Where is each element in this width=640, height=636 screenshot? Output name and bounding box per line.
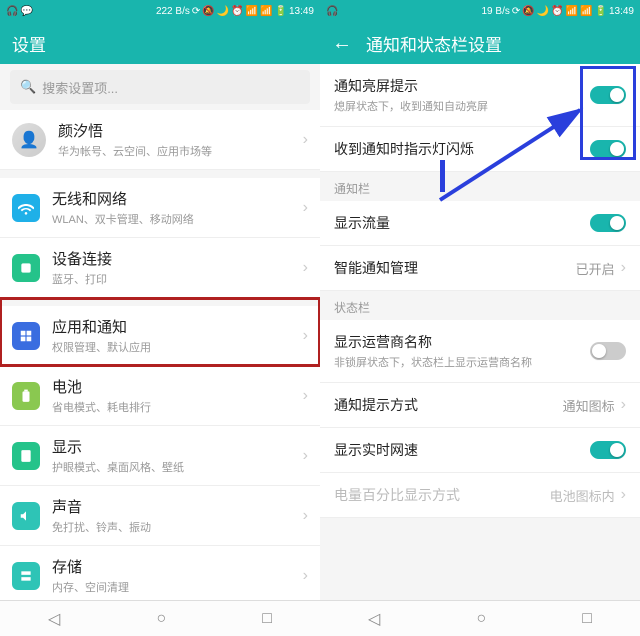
wifi-icon: 📶 (566, 6, 578, 17)
header-right: ← 通知和状态栏设置 (320, 22, 640, 64)
chevron-right-icon: › (303, 327, 308, 345)
row-battery-percent[interactable]: 电量百分比显示方式 电池图标内 › (320, 473, 640, 518)
signal-icon: 📶 (260, 6, 272, 17)
search-icon: 🔍 (20, 79, 36, 95)
alarm-icon: ⏰ (231, 6, 243, 17)
row-sound[interactable]: 声音免打扰、铃声、振动 › (0, 486, 320, 546)
header-left: 设置 (0, 22, 320, 64)
page-title: 通知和状态栏设置 (366, 31, 502, 56)
nav-back[interactable]: ◁ (48, 609, 60, 629)
annotation-box (580, 66, 636, 160)
alarm-icon: ⏰ (551, 6, 563, 17)
nav-home[interactable]: ○ (156, 610, 166, 628)
status-bar-left: 🎧 💬 222 B/s ⟳ 🔕 🌙 ⏰ 📶 📶 🔋 13:49 (0, 0, 320, 22)
row-device-connect[interactable]: 设备连接蓝牙、打印 › (0, 238, 320, 298)
row-display[interactable]: 显示护眼模式、桌面风格、壁纸 › (0, 426, 320, 486)
mute-icon: 🔕 (522, 6, 534, 17)
signal-icon: 📶 (580, 6, 592, 17)
battery-icon (12, 382, 40, 410)
wechat-icon: 💬 (20, 6, 32, 17)
storage-icon (12, 562, 40, 590)
profile-row[interactable]: 👤 颜汐悟 华为帐号、云空间、应用市场等 › (0, 110, 320, 170)
notification-settings-pane: 🎧 19 B/s ⟳ 🔕 🌙 ⏰ 📶 📶 🔋 13:49 ← 通知和状态栏设置 … (320, 0, 640, 636)
net-speed: 222 B/s (156, 6, 190, 17)
nav-home[interactable]: ○ (476, 610, 486, 628)
row-apps-notifications[interactable]: 应用和通知权限管理、默认应用 › (0, 298, 320, 366)
toggle-carrier[interactable] (590, 342, 626, 360)
row-show-traffic[interactable]: 显示流量 (320, 201, 640, 246)
section-status-bar: 状态栏 (320, 291, 640, 320)
wifi-icon (12, 194, 40, 222)
profile-sub: 华为帐号、云空间、应用市场等 (58, 143, 303, 159)
status-bar-right: 🎧 19 B/s ⟳ 🔕 🌙 ⏰ 📶 📶 🔋 13:49 (320, 0, 640, 22)
mute-icon: 🔕 (202, 6, 214, 17)
row-storage[interactable]: 存储内存、空间清理 › (0, 546, 320, 600)
sync-icon: ⟳ (192, 6, 200, 17)
toggle-traffic[interactable] (590, 214, 626, 232)
headphones-icon: 🎧 (6, 6, 18, 17)
status-right-icons: 222 B/s ⟳ 🔕 🌙 ⏰ 📶 📶 🔋 13:49 (156, 6, 314, 17)
sync-icon: ⟳ (512, 6, 520, 17)
annotation-mark (440, 160, 445, 192)
row-notify-method[interactable]: 通知提示方式 通知图标 › (320, 383, 640, 428)
dnd-icon: 🌙 (537, 6, 549, 17)
battery-icon: 🔋 (595, 6, 607, 17)
nav-bar: ◁ ○ □ (320, 600, 640, 636)
nav-recent[interactable]: □ (262, 610, 272, 628)
nav-back[interactable]: ◁ (368, 609, 380, 629)
page-title: 设置 (12, 31, 46, 56)
bluetooth-icon (12, 254, 40, 282)
avatar: 👤 (12, 123, 46, 157)
wifi-icon: 📶 (246, 6, 258, 17)
clock: 13:49 (289, 6, 314, 17)
chevron-right-icon: › (303, 259, 308, 277)
back-button[interactable]: ← (332, 32, 352, 55)
chevron-right-icon: › (303, 507, 308, 525)
status-left-icons: 🎧 💬 (6, 6, 33, 17)
profile-name: 颜汐悟 (58, 120, 303, 141)
apps-icon (12, 322, 40, 350)
search-input[interactable]: 🔍 搜索设置项... (10, 70, 310, 104)
chevron-right-icon: › (303, 199, 308, 217)
display-icon (12, 442, 40, 470)
sound-icon (12, 502, 40, 530)
net-speed: 19 B/s (482, 6, 510, 17)
row-show-netspeed[interactable]: 显示实时网速 (320, 428, 640, 473)
section-notification-bar: 通知栏 (320, 172, 640, 201)
search-placeholder: 搜索设置项... (42, 78, 118, 97)
nav-bar: ◁ ○ □ (0, 600, 320, 636)
row-carrier-name[interactable]: 显示运营商名称非锁屏状态下，状态栏上显示运营商名称 (320, 320, 640, 383)
settings-pane: 🎧 💬 222 B/s ⟳ 🔕 🌙 ⏰ 📶 📶 🔋 13:49 设置 🔍 搜索设… (0, 0, 320, 636)
chevron-right-icon: › (621, 259, 626, 277)
nav-recent[interactable]: □ (582, 610, 592, 628)
battery-icon: 🔋 (275, 6, 287, 17)
clock: 13:49 (609, 6, 634, 17)
dnd-icon: 🌙 (217, 6, 229, 17)
chevron-right-icon: › (303, 567, 308, 585)
chevron-right-icon: › (621, 396, 626, 414)
row-wifi-network[interactable]: 无线和网络WLAN、双卡管理、移动网络 › (0, 170, 320, 238)
row-battery[interactable]: 电池省电模式、耗电排行 › (0, 366, 320, 426)
row-smart-notify[interactable]: 智能通知管理 已开启 › (320, 246, 640, 291)
headphones-icon: 🎧 (326, 6, 338, 17)
chevron-right-icon: › (303, 447, 308, 465)
settings-list: 👤 颜汐悟 华为帐号、云空间、应用市场等 › 无线和网络WLAN、双卡管理、移动… (0, 110, 320, 600)
chevron-right-icon: › (621, 486, 626, 504)
toggle-netspeed[interactable] (590, 441, 626, 459)
chevron-right-icon: › (303, 387, 308, 405)
chevron-right-icon: › (303, 131, 308, 149)
